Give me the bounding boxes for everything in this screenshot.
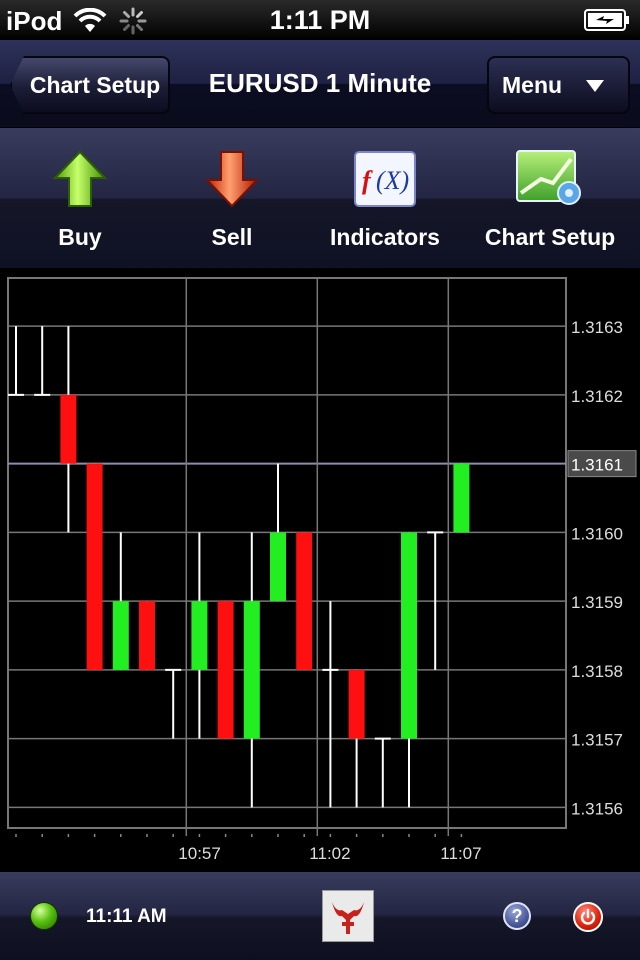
broker-logo-icon[interactable]: [322, 890, 374, 942]
candle-body: [243, 601, 260, 739]
chart-settings-icon: [515, 148, 585, 210]
sell-button[interactable]: Sell: [182, 128, 282, 268]
sell-label: Sell: [211, 224, 253, 250]
help-icon[interactable]: ?: [503, 902, 531, 930]
candle-body: [296, 532, 313, 670]
price-tick-label: 1.3156: [571, 799, 623, 818]
status-bar: iPod 1:11 PM: [0, 0, 640, 40]
price-tick-label: 1.3162: [571, 387, 623, 406]
candle-body: [191, 601, 208, 670]
chart-setup-label: Chart Setup: [484, 224, 616, 250]
price-tick-label: 1.3161: [571, 456, 623, 475]
price-tick-label: 1.3158: [571, 662, 623, 681]
indicators-label: Indicators: [330, 224, 440, 250]
time-tick-label: 11:02: [309, 844, 350, 863]
candlestick-chart[interactable]: 1.3163 1.3162 1.3161 1.3160 1.3159 1.3158 1.31…: [0, 268, 640, 872]
candle-body: [60, 394, 77, 464]
chevron-down-icon: [586, 80, 604, 92]
connection-status-icon: [30, 902, 58, 930]
candle-body: [453, 463, 470, 533]
time-tick-label: 11:07: [440, 844, 481, 863]
candle-body: [86, 463, 103, 670]
buy-arrow-up-icon: [45, 148, 115, 210]
svg-text:(X): (X): [376, 166, 409, 195]
power-icon[interactable]: [573, 902, 603, 932]
function-fx-icon: f (X): [350, 148, 420, 210]
page-title: EURUSD 1 Minute: [208, 68, 432, 98]
chart-canvas[interactable]: 1.3163 1.3162 1.3161 1.3160 1.3159 1.3158 1.31…: [0, 268, 640, 872]
time-tick-label: 10:57: [178, 844, 221, 863]
candle-body: [217, 601, 234, 739]
menu-button-label: Menu: [502, 71, 563, 98]
candle-body: [401, 532, 417, 739]
price-tick-label: 1.3157: [571, 731, 623, 750]
candle-body: [270, 532, 286, 602]
bottom-status-bar: 11:11 AM ?: [0, 872, 640, 960]
menu-button[interactable]: Menu: [487, 56, 630, 114]
navigation-bar: Chart Setup EURUSD 1 Minute Menu: [0, 40, 640, 128]
price-tick-label: 1.3159: [571, 593, 623, 612]
candle-body: [112, 601, 129, 670]
price-tick-label: 1.3160: [571, 524, 623, 543]
buy-button[interactable]: Buy: [30, 128, 130, 268]
candle-body: [139, 601, 155, 670]
trade-toolbar: Buy Sell f (X) Indicators Chart Setup: [0, 128, 640, 268]
back-button-chart-setup[interactable]: Chart Setup: [10, 56, 170, 114]
status-time: 1:11 PM: [269, 5, 371, 35]
sell-arrow-down-icon: [197, 148, 267, 210]
server-time: 11:11 AM: [86, 906, 167, 927]
chart-setup-button[interactable]: Chart Setup: [475, 128, 625, 268]
candle-body: [348, 669, 365, 739]
indicators-button[interactable]: f (X) Indicators: [320, 128, 450, 268]
price-tick-label: 1.3163: [571, 318, 623, 337]
battery-charging-icon: [584, 9, 630, 36]
buy-label: Buy: [58, 224, 102, 250]
